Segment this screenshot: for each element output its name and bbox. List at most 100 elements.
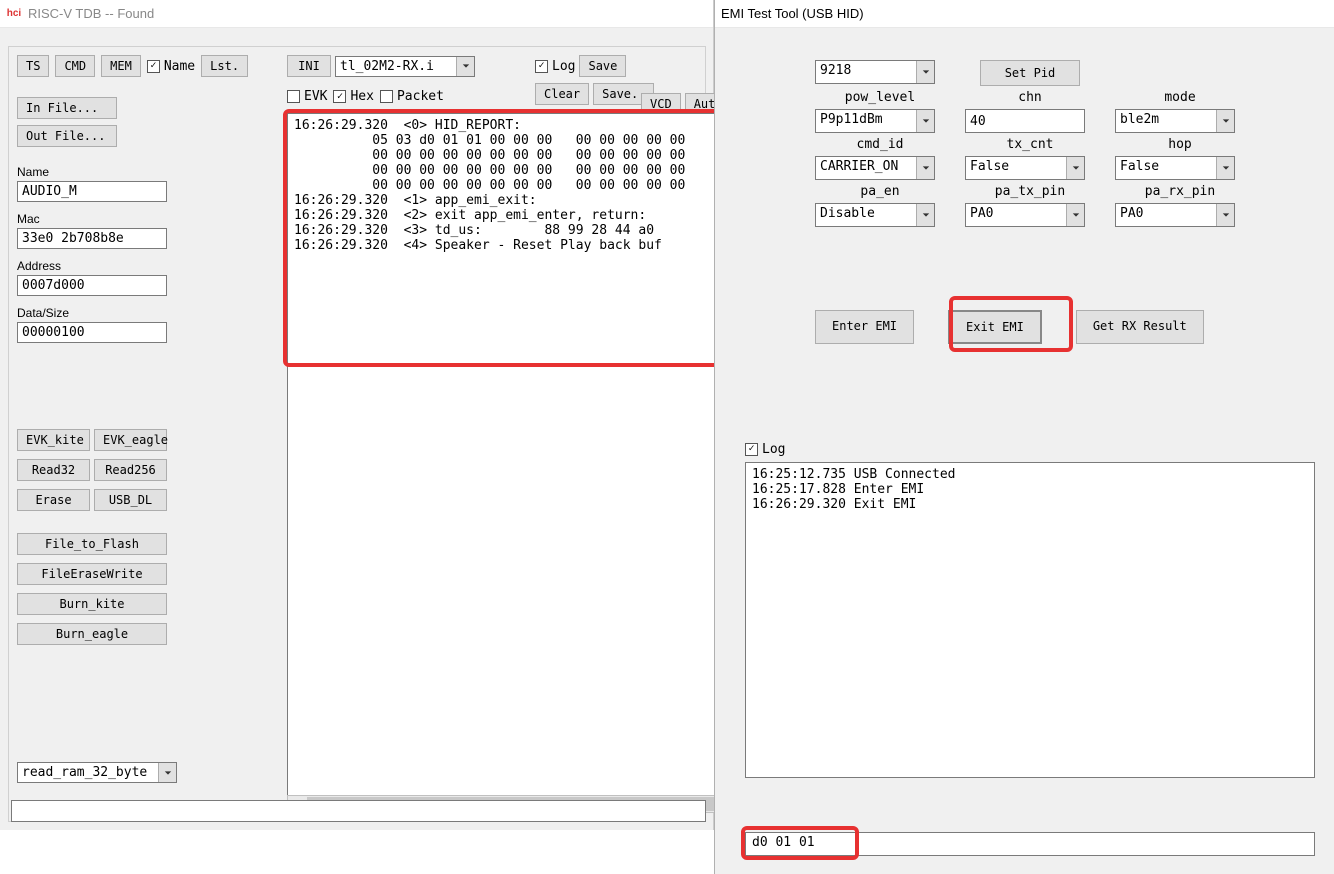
hop-label: hop (1115, 137, 1245, 152)
datasize-label: Data/Size (17, 306, 177, 320)
parx-value: PA0 (1120, 206, 1143, 221)
paen-value: Disable (820, 206, 875, 221)
chn-label: chn (965, 90, 1095, 105)
io-buttons: In File... Out File... (17, 97, 117, 147)
erase-button[interactable]: Erase (17, 489, 90, 511)
read-ram-combo[interactable]: read_ram_32_byte (17, 762, 177, 783)
get-rx-button[interactable]: Get RX Result (1076, 310, 1204, 344)
checkbox-icon (287, 90, 300, 103)
check-icon: ✓ (535, 60, 548, 73)
evk-checkbox[interactable]: EVK (287, 89, 327, 104)
evk-kite-button[interactable]: EVK_kite (17, 429, 90, 451)
bottom-text-input[interactable] (11, 800, 706, 822)
read32-button[interactable]: Read32 (17, 459, 90, 481)
left-titlebar: hci RISC-V TDB -- Found (0, 0, 713, 28)
left-title: RISC-V TDB -- Found (28, 6, 154, 21)
right-log-checkbox-wrap: ✓ Log (745, 440, 785, 457)
action-row: Enter EMI Exit EMI Get RX Result (815, 310, 1204, 344)
hex-checkbox[interactable]: ✓ Hex (333, 89, 373, 104)
pow-value: P9p11dBm (820, 112, 883, 127)
datasize-input[interactable] (17, 322, 167, 343)
log-chk-label: Log (552, 59, 575, 74)
packet-checkbox[interactable]: Packet (380, 89, 444, 104)
left-log-view[interactable]: 16:26:29.320 <0> HID_REPORT: 05 03 d0 01… (287, 113, 719, 803)
clear-button[interactable]: Clear (535, 83, 589, 105)
evk-eagle-button[interactable]: EVK_eagle (94, 429, 167, 451)
button-column: EVK_kite EVK_eagle Read32 Read256 Erase … (17, 429, 167, 645)
chn-input[interactable] (965, 109, 1085, 133)
address-input[interactable] (17, 275, 167, 296)
right-log-checkbox[interactable]: ✓ Log (745, 442, 785, 457)
read-ram-combo-wrap: read_ram_32_byte (17, 762, 177, 783)
patx-combo[interactable]: PA0 (965, 203, 1085, 227)
in-file-button[interactable]: In File... (17, 97, 117, 119)
name-chk-label: Name (164, 59, 195, 74)
out-file-button[interactable]: Out File... (17, 125, 117, 147)
cmd-button[interactable]: CMD (55, 55, 95, 77)
left-window: hci RISC-V TDB -- Found TS CMD MEM ✓ Nam… (0, 0, 714, 830)
pow-combo[interactable]: P9p11dBm (815, 109, 935, 133)
bottom-value[interactable]: d0 01 01 (745, 832, 1315, 856)
name-checkbox[interactable]: ✓ Name (147, 59, 195, 74)
mac-input[interactable] (17, 228, 167, 249)
txcnt-label: tx_cnt (965, 137, 1095, 152)
ini-button[interactable]: INI (287, 55, 331, 77)
enter-emi-button[interactable]: Enter EMI (815, 310, 914, 344)
check-icon: ✓ (745, 443, 758, 456)
paen-combo[interactable]: Disable (815, 203, 935, 227)
right-window: EMI Test Tool (USB HID) 9218 Set Pid pow… (714, 0, 1334, 874)
name-label: Name (17, 165, 177, 179)
mac-label: Mac (17, 212, 177, 226)
pid-value: 9218 (820, 63, 851, 78)
checkbox-icon (380, 90, 393, 103)
chevron-down-icon (1066, 157, 1084, 179)
cmd-combo[interactable]: CARRIER_ON (815, 156, 935, 180)
right-log-view[interactable]: 16:25:12.735 USB Connected 16:25:17.828 … (745, 462, 1315, 778)
mode-combo[interactable]: ble2m (1115, 109, 1235, 133)
right-log-chk-label: Log (762, 442, 785, 457)
chevron-down-icon (1216, 157, 1234, 179)
chevron-down-icon (916, 61, 934, 83)
pid-combo[interactable]: 9218 (815, 60, 935, 84)
chevron-down-icon (916, 157, 934, 179)
burn-kite-button[interactable]: Burn_kite (17, 593, 167, 615)
usb-dl-button[interactable]: USB_DL (94, 489, 167, 511)
lst-button[interactable]: Lst. (201, 55, 248, 77)
paen-label: pa_en (815, 184, 945, 199)
log-checkbox[interactable]: ✓ Log (535, 59, 575, 74)
save-button[interactable]: Save (579, 55, 626, 77)
pow-label: pow_level (815, 90, 945, 105)
read256-button[interactable]: Read256 (94, 459, 167, 481)
right-titlebar: EMI Test Tool (USB HID) (715, 0, 1334, 28)
evk-chk-label: EVK (304, 89, 327, 104)
burn-eagle-button[interactable]: Burn_eagle (17, 623, 167, 645)
hop-combo[interactable]: False (1115, 156, 1235, 180)
txcnt-combo[interactable]: False (965, 156, 1085, 180)
check-icon: ✓ (333, 90, 346, 103)
chevron-down-icon (916, 110, 934, 132)
mem-button[interactable]: MEM (101, 55, 141, 77)
hex-chk-label: Hex (350, 89, 373, 104)
chevron-down-icon (916, 204, 934, 226)
txcnt-value: False (970, 159, 1009, 174)
hop-value: False (1120, 159, 1159, 174)
ini-combo[interactable]: tl_02M2-RX.i (335, 56, 475, 77)
chevron-down-icon (456, 57, 474, 76)
set-pid-button[interactable]: Set Pid (980, 60, 1080, 86)
name-input[interactable] (17, 181, 167, 202)
vcd-button[interactable]: VCD (641, 93, 681, 115)
left-client: TS CMD MEM ✓ Name Lst. In File... Out Fi… (8, 46, 706, 822)
ts-button[interactable]: TS (17, 55, 49, 77)
file-erase-write-button[interactable]: FileEraseWrite (17, 563, 167, 585)
parx-combo[interactable]: PA0 (1115, 203, 1235, 227)
patx-label: pa_tx_pin (965, 184, 1095, 199)
log-controls: ✓Log Save Clear Save.. (535, 55, 654, 111)
patx-value: PA0 (970, 206, 993, 221)
file-to-flash-button[interactable]: File_to_Flash (17, 533, 167, 555)
settings-grid: 9218 Set Pid pow_level chn mode P9p11dBm… (815, 60, 1245, 227)
app-icon: hci (6, 6, 22, 22)
exit-emi-button[interactable]: Exit EMI (948, 310, 1042, 344)
top-button-row: TS CMD MEM ✓ Name Lst. (17, 55, 248, 77)
cmd-value: CARRIER_ON (820, 159, 898, 174)
chevron-down-icon (1216, 204, 1234, 226)
